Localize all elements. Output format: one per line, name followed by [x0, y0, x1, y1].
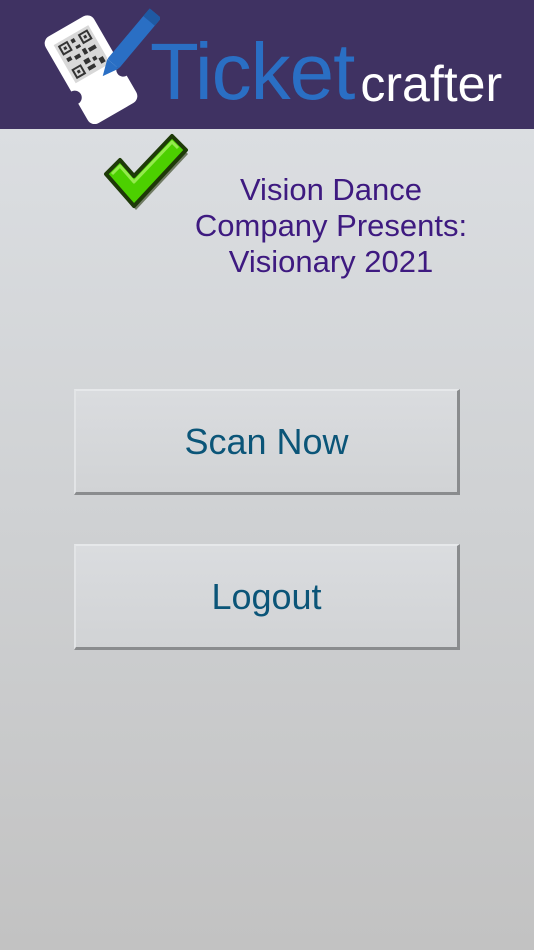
- brand-ticket-text: Ticket: [150, 27, 355, 116]
- logout-label: Logout: [211, 575, 322, 617]
- ticket-qr-pencil-icon: [44, 8, 160, 124]
- scan-now-label: Scan Now: [184, 420, 349, 462]
- app-header: Ticket crafter: [0, 0, 534, 129]
- scan-now-button[interactable]: Scan Now: [74, 389, 460, 495]
- brand-crafter-text: crafter: [360, 56, 503, 112]
- logout-button[interactable]: Logout: [74, 544, 460, 650]
- event-title: Vision Dance Company Presents: Visionary…: [194, 172, 468, 279]
- brand-logotype: Ticket crafter: [150, 22, 503, 116]
